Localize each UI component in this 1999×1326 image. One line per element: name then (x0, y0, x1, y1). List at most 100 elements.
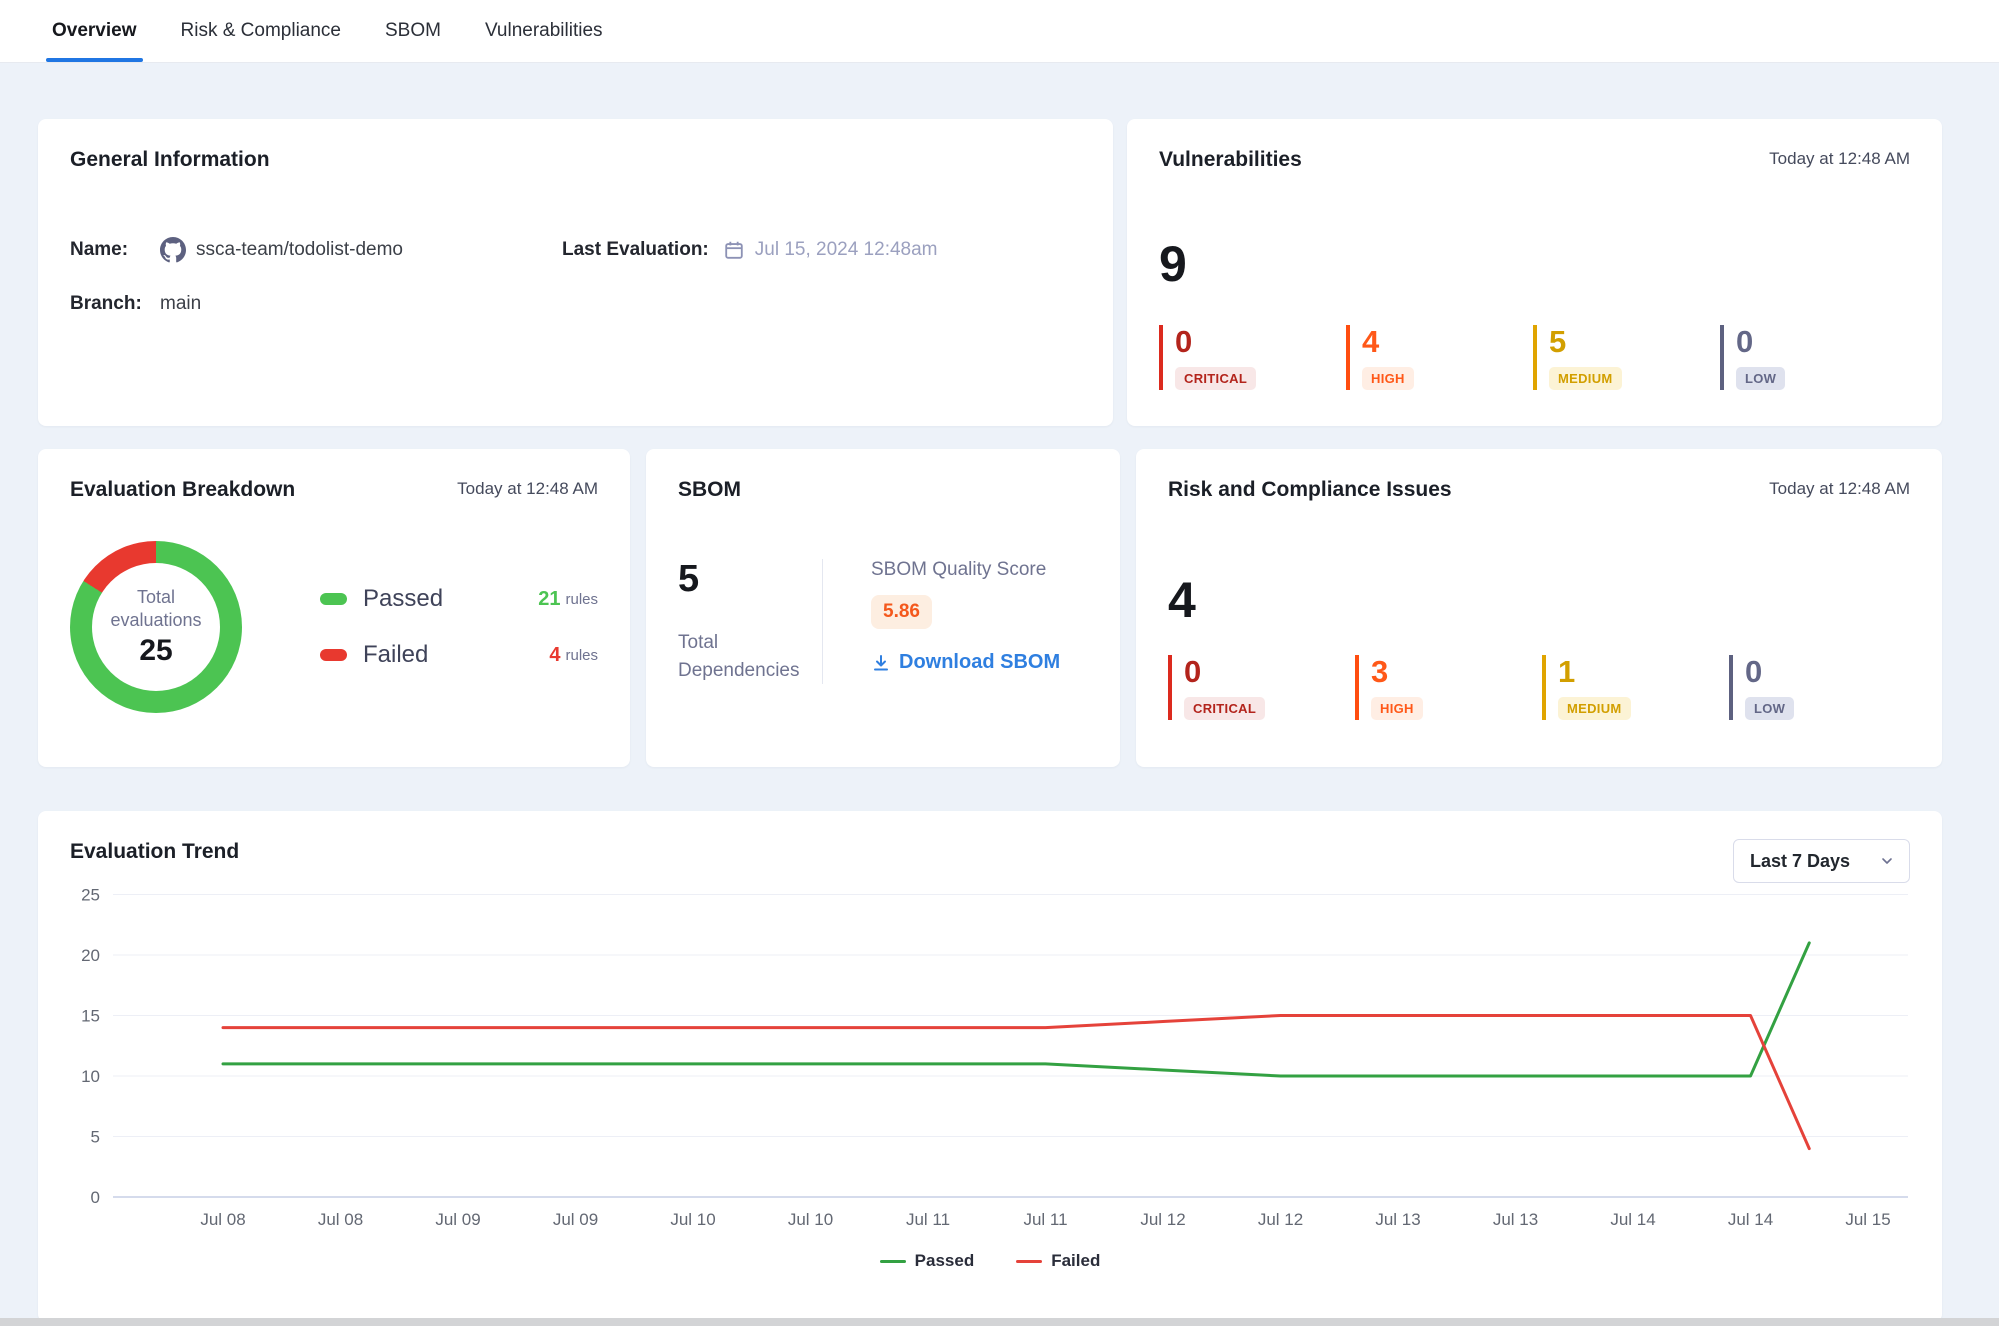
svg-text:Jul 14: Jul 14 (1728, 1210, 1773, 1229)
failed-line-swatch-icon (1016, 1260, 1042, 1263)
dashboard: General Information Name: ssca-team/todo… (0, 63, 1999, 1322)
risk-compliance-title: Risk and Compliance Issues (1168, 477, 1452, 503)
vulnerabilities-timestamp: Today at 12:48 AM (1769, 147, 1910, 171)
severity-item: 3 HIGH (1355, 655, 1505, 720)
severity-badge: MEDIUM (1558, 697, 1631, 720)
download-sbom-label: Download SBOM (899, 651, 1060, 674)
general-information-card: General Information Name: ssca-team/todo… (38, 119, 1113, 426)
evaluations-donut-chart: Total evaluations 25 (70, 541, 242, 713)
evaluation-trend-title: Evaluation Trend (70, 839, 239, 865)
severity-badge: LOW (1745, 697, 1794, 720)
donut-center-label-1: Total (137, 586, 175, 609)
repo-name-field: Name: ssca-team/todolist-demo (70, 237, 562, 263)
risk-compliance-total: 4 (1168, 573, 1910, 627)
svg-text:Jul 10: Jul 10 (670, 1210, 715, 1229)
severity-item: 0 CRITICAL (1159, 325, 1309, 390)
github-icon (160, 237, 186, 263)
severity-count: 5 (1549, 325, 1683, 359)
severity-badge: HIGH (1362, 367, 1414, 390)
severity-badge: LOW (1736, 367, 1785, 390)
svg-text:Jul 15: Jul 15 (1845, 1210, 1890, 1229)
branch-value: main (160, 293, 201, 315)
risk-compliance-timestamp: Today at 12:48 AM (1769, 477, 1910, 501)
tab-vulnerabilities[interactable]: Vulnerabilities (483, 0, 605, 62)
svg-text:Jul 12: Jul 12 (1258, 1210, 1303, 1229)
svg-text:Jul 11: Jul 11 (906, 1210, 950, 1229)
severity-count: 0 (1175, 325, 1309, 359)
svg-text:25: 25 (81, 886, 100, 905)
failed-unit: rules (565, 647, 598, 664)
branch-field: Branch: main (70, 293, 562, 315)
chevron-down-icon (1879, 853, 1895, 869)
vulnerabilities-title: Vulnerabilities (1159, 147, 1302, 173)
svg-text:15: 15 (81, 1007, 100, 1026)
svg-text:Jul 11: Jul 11 (1023, 1210, 1067, 1229)
donut-center: Total evaluations 25 (92, 563, 220, 691)
evaluation-trend-chart: 0 5 10 15 20 25 Jul 08 Jul 08 Jul 09 Jul 09 Jul 10… (70, 884, 1912, 1244)
last-evaluation-field: Last Evaluation: Jul 15, 2024 12:48am (562, 239, 1081, 261)
total-dependencies-value: 5 (678, 559, 818, 599)
evaluation-trend-card: Evaluation Trend Last 7 Days 0 5 10 15 20 25 J… (38, 811, 1942, 1322)
svg-text:Jul 10: Jul 10 (788, 1210, 833, 1229)
passed-unit: rules (565, 591, 598, 608)
svg-text:0: 0 (91, 1188, 100, 1207)
vulnerabilities-card: Vulnerabilities Today at 12:48 AM 9 0 CR… (1127, 119, 1942, 426)
svg-text:Jul 08: Jul 08 (200, 1210, 245, 1229)
passed-line-swatch-icon (880, 1260, 906, 1263)
severity-item: 4 HIGH (1346, 325, 1496, 390)
passed-swatch-icon (320, 593, 347, 605)
failed-swatch-icon (320, 649, 347, 661)
svg-text:Jul 14: Jul 14 (1610, 1210, 1655, 1229)
severity-item: 1 MEDIUM (1542, 655, 1692, 720)
general-information-title: General Information (70, 147, 270, 173)
donut-total-value: 25 (139, 634, 172, 668)
severity-count: 4 (1362, 325, 1496, 359)
branch-label: Branch: (70, 293, 150, 315)
failed-count: 4 (549, 644, 560, 667)
svg-text:Jul 12: Jul 12 (1140, 1210, 1185, 1229)
tab-risk-compliance[interactable]: Risk & Compliance (179, 0, 344, 62)
trend-legend-failed: Failed (1016, 1251, 1100, 1271)
passed-label: Passed (363, 585, 538, 613)
evaluation-breakdown-timestamp: Today at 12:48 AM (457, 477, 598, 501)
severity-item: 0 LOW (1729, 655, 1879, 720)
legend-item-passed: Passed 21 rules (320, 585, 598, 613)
name-label: Name: (70, 239, 150, 261)
trend-legend: Passed Failed (38, 1251, 1942, 1271)
svg-text:Jul 08: Jul 08 (318, 1210, 363, 1229)
evaluation-breakdown-card: Evaluation Breakdown Today at 12:48 AM T… (38, 449, 630, 767)
sbom-card: SBOM 5 Total Dependencies SBOM Quality S… (646, 449, 1120, 767)
vertical-divider (822, 559, 823, 684)
severity-count: 0 (1745, 655, 1879, 689)
evaluations-legend: Passed 21 rules Failed 4 rules (320, 585, 598, 669)
svg-text:10: 10 (81, 1067, 100, 1086)
passed-count: 21 (538, 588, 560, 611)
download-sbom-link[interactable]: Download SBOM (871, 651, 1060, 674)
sbom-quality-score-label: SBOM Quality Score (871, 559, 1060, 581)
tab-overview[interactable]: Overview (50, 0, 139, 62)
severity-badge: CRITICAL (1184, 697, 1265, 720)
svg-text:5: 5 (91, 1128, 100, 1147)
severity-count: 1 (1558, 655, 1692, 689)
svg-text:20: 20 (81, 946, 100, 965)
total-dependencies-label: Total Dependencies (678, 629, 818, 684)
sbom-title: SBOM (678, 477, 741, 503)
severity-count: 0 (1184, 655, 1318, 689)
severity-badge: MEDIUM (1549, 367, 1622, 390)
date-range-value: Last 7 Days (1750, 851, 1850, 872)
donut-center-label-2: evaluations (110, 609, 201, 632)
repo-name-value: ssca-team/todolist-demo (196, 239, 403, 261)
svg-text:Jul 09: Jul 09 (553, 1210, 598, 1229)
last-evaluation-label: Last Evaluation: (562, 239, 709, 261)
tab-sbom[interactable]: SBOM (383, 0, 443, 62)
severity-count: 0 (1736, 325, 1870, 359)
download-icon (871, 653, 891, 673)
horizontal-scrollbar[interactable] (0, 1318, 1999, 1326)
last-evaluation-value: Jul 15, 2024 12:48am (755, 239, 938, 261)
svg-text:Jul 09: Jul 09 (435, 1210, 480, 1229)
date-range-select[interactable]: Last 7 Days (1733, 839, 1910, 883)
tab-bar: Overview Risk & Compliance SBOM Vulnerab… (0, 0, 1999, 63)
severity-item: 5 MEDIUM (1533, 325, 1683, 390)
trend-legend-passed: Passed (880, 1251, 975, 1271)
severity-badge: HIGH (1371, 697, 1423, 720)
